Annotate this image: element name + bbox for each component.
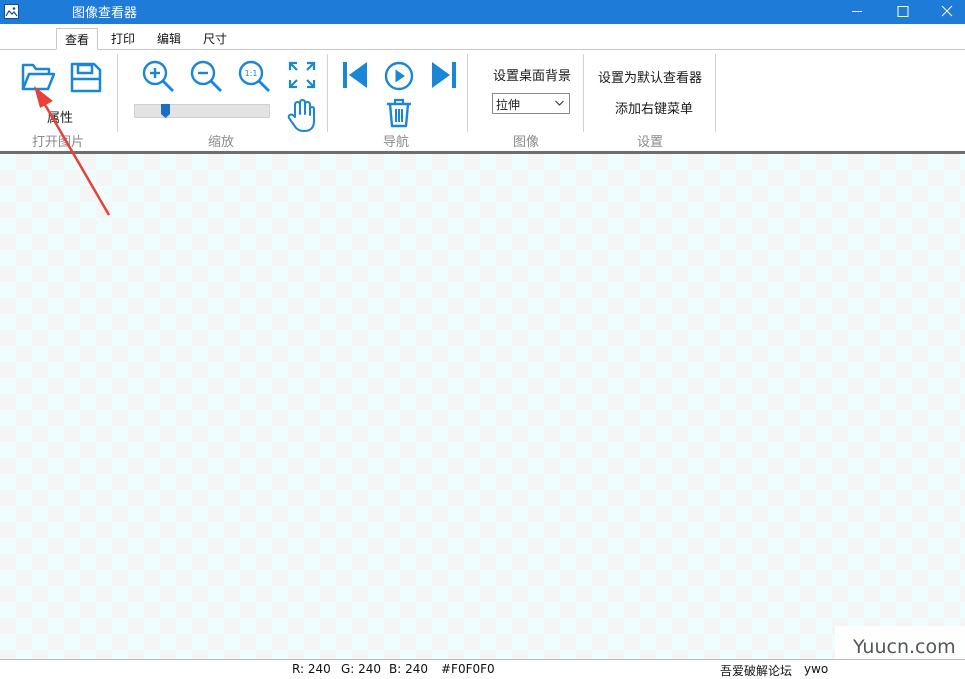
tab-print[interactable]: 打印 — [111, 30, 135, 47]
delete-trash-icon[interactable] — [385, 98, 413, 128]
pan-hand-icon[interactable] — [286, 99, 318, 133]
ribbon-separator — [117, 54, 118, 132]
fit-screen-icon[interactable] — [287, 60, 317, 90]
tab-size[interactable]: 尺寸 — [203, 30, 227, 47]
actual-size-icon[interactable]: 1:1 — [236, 58, 272, 94]
group-label-settings: 设置 — [636, 135, 663, 150]
chevron-down-icon — [555, 100, 564, 106]
add-context-menu-button[interactable]: 添加右键菜单 — [615, 98, 693, 117]
image-canvas[interactable] — [0, 154, 965, 659]
next-image-icon[interactable] — [430, 60, 458, 90]
ribbon-separator — [715, 54, 716, 132]
close-icon — [941, 5, 953, 17]
ribbon-separator — [467, 54, 468, 132]
title-bar: 图像查看器 — [0, 0, 965, 24]
app-image-icon — [4, 4, 19, 19]
status-hex: #F0F0F0 — [441, 662, 495, 676]
wallpaper-mode-value: 拉伸 — [496, 98, 521, 112]
zoom-slider-track[interactable] — [134, 104, 270, 118]
status-author: ywo — [804, 662, 829, 676]
minimize-button[interactable] — [834, 0, 880, 24]
open-folder-icon[interactable] — [20, 60, 56, 94]
ribbon-separator — [327, 54, 328, 132]
zoom-in-icon[interactable] — [140, 58, 176, 94]
group-label-open: 打开图片 — [31, 135, 84, 150]
set-wallpaper-button[interactable]: 设置桌面背景 — [493, 65, 571, 84]
status-red: R: 240 — [292, 662, 331, 676]
properties-button[interactable]: 属性 — [47, 107, 73, 126]
close-button[interactable] — [919, 0, 965, 24]
status-site: 吾爱破解论坛 — [720, 664, 793, 678]
save-icon[interactable] — [69, 60, 103, 94]
ribbon-separator — [583, 54, 584, 132]
tab-edit[interactable]: 编辑 — [157, 30, 181, 47]
status-bar: R: 240 G: 240 B: 240 #F0F0F0 吾爱破解论坛 ywo — [0, 659, 965, 678]
status-green: G: 240 — [341, 662, 382, 676]
tab-view[interactable]: 查看 — [56, 28, 99, 50]
set-default-viewer-button[interactable]: 设置为默认查看器 — [598, 67, 702, 86]
slideshow-play-icon[interactable] — [383, 60, 415, 92]
zoom-slider-thumb[interactable] — [160, 104, 170, 118]
actual-size-text: 1:1 — [245, 69, 258, 78]
minimize-icon — [852, 11, 862, 12]
group-label-zoom: 缩放 — [207, 135, 234, 150]
status-blue: B: 240 — [389, 662, 428, 676]
group-label-image: 图像 — [512, 135, 539, 150]
ribbon-tabbar: 查看 打印 编辑 尺寸 — [0, 24, 965, 50]
wallpaper-mode-select[interactable]: 拉伸 — [492, 93, 570, 114]
zoom-out-icon[interactable] — [188, 58, 224, 94]
group-label-navigation: 导航 — [382, 135, 409, 150]
previous-image-icon[interactable] — [341, 60, 369, 90]
watermark-text: Yuucn.com — [853, 636, 956, 658]
window-title: 图像查看器 — [72, 6, 138, 21]
